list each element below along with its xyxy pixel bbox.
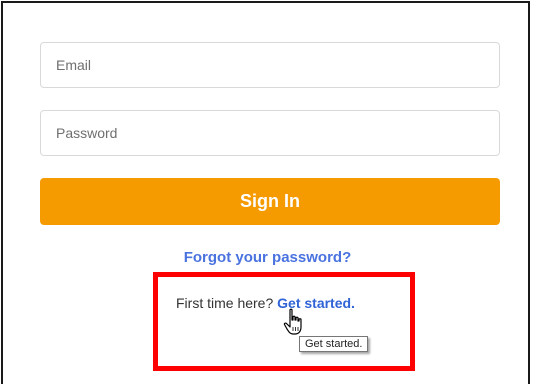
email-input[interactable] [40,42,500,88]
password-input[interactable] [40,110,500,156]
get-started-tooltip: Get started. [299,336,369,352]
first-time-text: First time here? [176,295,274,311]
hand-pointer-icon [283,308,302,335]
first-time-row: First time here? Get started. [176,295,355,311]
forgot-password-link[interactable]: Forgot your password? [0,249,535,266]
sign-in-button[interactable]: Sign In [40,178,500,225]
